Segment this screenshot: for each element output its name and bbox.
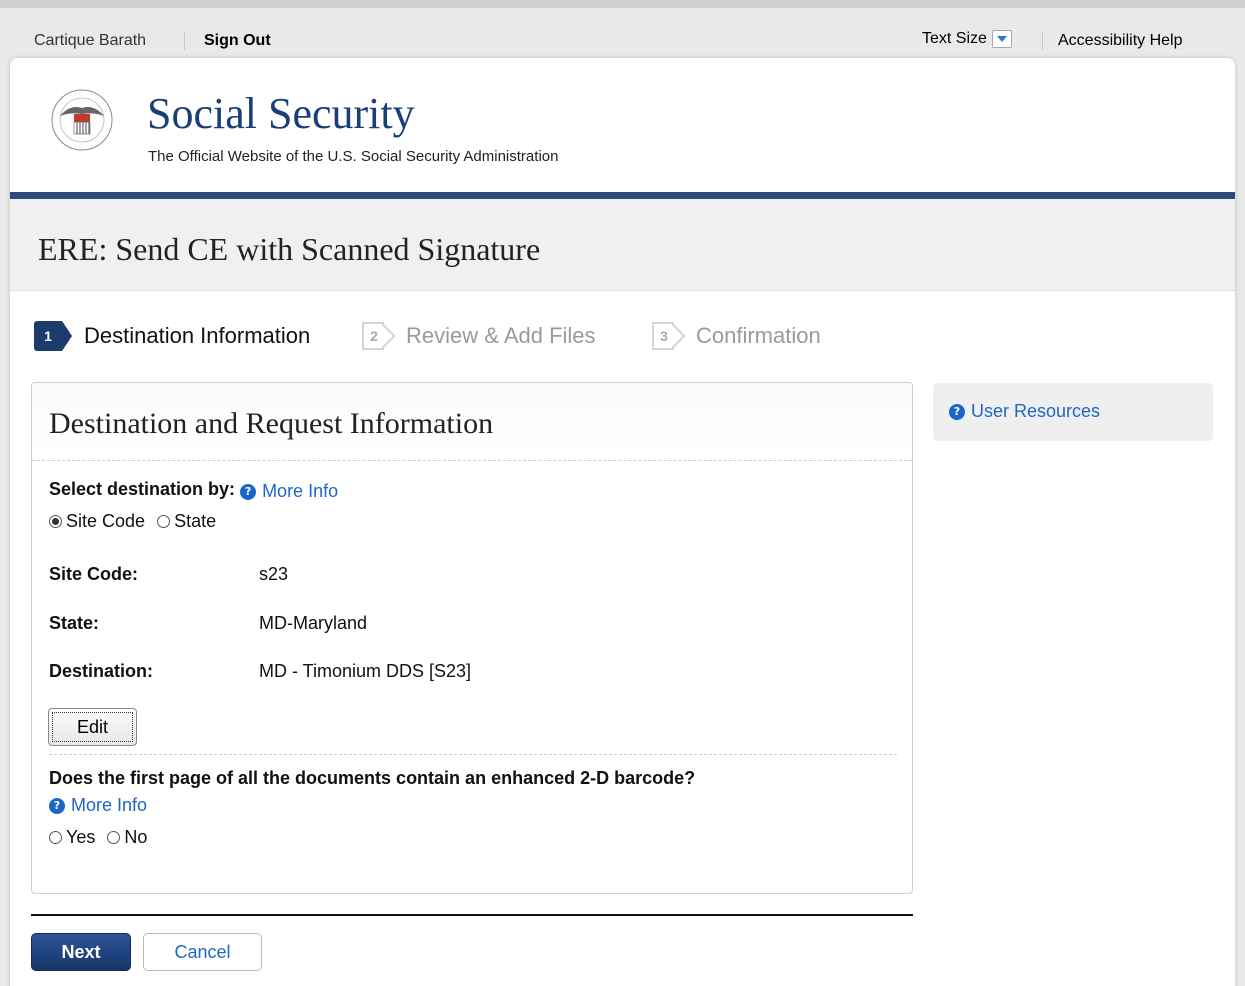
destination-panel: Destination and Request Information Sele… [31, 382, 913, 894]
radio-label: Yes [66, 827, 96, 847]
radio-site-code[interactable]: Site Code [49, 511, 145, 532]
user-resources-link[interactable]: ? User Resources [949, 401, 1100, 422]
page-container: Social Security The Official Website of … [10, 58, 1235, 986]
radio-no[interactable]: No [107, 827, 147, 848]
cancel-button[interactable]: Cancel [143, 933, 262, 971]
step-label: Review & Add Files [406, 323, 596, 348]
state-value: MD-Maryland [259, 613, 368, 633]
destination-value: MD - Timonium DDS [S23] [259, 661, 472, 681]
step-number: 1 [34, 321, 72, 351]
site-subtitle: The Official Website of the U.S. Social … [148, 148, 559, 165]
masthead: Social Security The Official Website of … [10, 58, 1235, 192]
destination-label: Destination: [49, 661, 154, 681]
radio-label: Site Code [66, 511, 146, 531]
step-destination-information: 1 Destination Information [34, 316, 310, 356]
title-bar: ERE: Send CE with Scanned Signature [10, 199, 1235, 291]
radio-state[interactable]: State [157, 511, 216, 532]
site-title[interactable]: Social Security [147, 88, 415, 139]
text-size-control[interactable]: Text Size [922, 30, 1012, 48]
help-icon: ? [240, 483, 257, 500]
panel-heading: Destination and Request Information [49, 407, 494, 440]
radio-dot[interactable] [49, 831, 62, 844]
sign-out-link[interactable]: Sign Out [204, 32, 271, 50]
masthead-rule [10, 192, 1235, 199]
divider [49, 754, 897, 755]
help-icon: ? [49, 797, 65, 814]
step-label: Confirmation [696, 323, 821, 348]
barcode-radios: Yes No [49, 827, 159, 848]
more-info-text: More Info [71, 795, 148, 815]
state-label: State: [49, 613, 100, 633]
more-info-link[interactable]: ? More Info [49, 795, 147, 816]
radio-yes[interactable]: Yes [49, 827, 95, 848]
radio-label: No [124, 827, 148, 847]
site-code-label: Site Code: [49, 564, 139, 584]
help-icon: ? [949, 403, 965, 420]
radio-dot[interactable] [49, 515, 62, 528]
radio-dot[interactable] [157, 515, 171, 528]
more-info-link[interactable]: ? More Info [240, 481, 338, 502]
select-destination-radios: Site Code State [49, 511, 228, 532]
step-number: 3 [652, 322, 674, 350]
radio-label: State [174, 511, 217, 531]
more-info-text: More Info [262, 481, 339, 501]
select-destination-label: Select destination by: ? More Info [49, 479, 338, 502]
step-label: Destination Information [84, 323, 311, 348]
site-code-value: s23 [259, 564, 289, 584]
divider [31, 914, 913, 916]
utility-bar: Cartique Barath Sign Out Text Size Acces… [0, 0, 1245, 60]
chevron-down-icon[interactable] [991, 30, 1012, 48]
select-destination-text: Select destination by: [49, 479, 236, 499]
user-name: Cartique Barath [34, 32, 147, 49]
page-title: ERE: Send CE with Scanned Signature [38, 231, 541, 267]
progress-steps: 1 Destination Information 2 Review & Add… [10, 316, 1235, 356]
barcode-question: Does the first page of all the documents… [49, 768, 696, 788]
step-confirmation: 3 Confirmation [652, 316, 821, 356]
text-size-label: Text Size [922, 30, 987, 47]
user-resources-text: User Resources [971, 401, 1101, 421]
panel-header: Destination and Request Information [32, 383, 912, 461]
accessibility-help-link[interactable]: Accessibility Help [1058, 32, 1182, 50]
next-button[interactable]: Next [31, 933, 131, 971]
user-resources-box: ? User Resources [933, 383, 1213, 441]
ssa-seal-icon [51, 89, 113, 151]
barcode-more-info-row: ? More Info [49, 795, 147, 816]
divider [184, 32, 185, 50]
edit-button[interactable]: Edit [48, 708, 137, 746]
step-number: 2 [362, 322, 384, 350]
step-review-add-files: 2 Review & Add Files [362, 316, 596, 356]
radio-dot[interactable] [107, 831, 121, 844]
divider [1042, 32, 1043, 50]
